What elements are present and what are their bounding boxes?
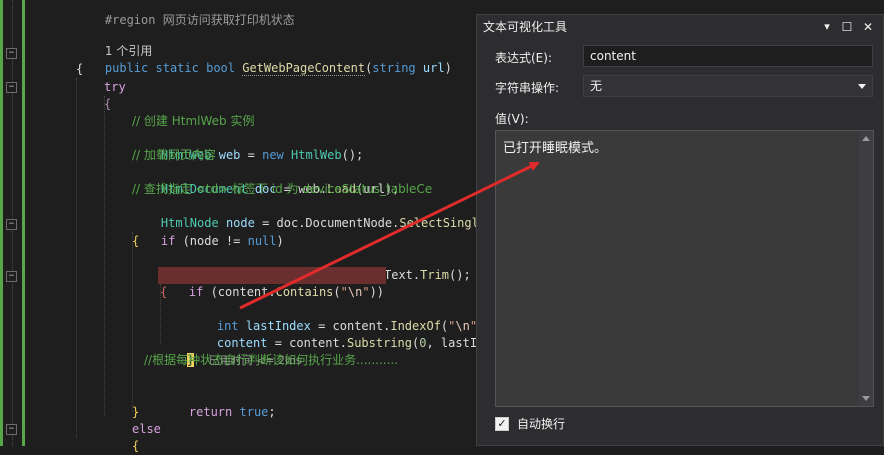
token: {: [160, 285, 168, 299]
collapse-inner-if-icon[interactable]: −: [6, 271, 17, 282]
code-comment: //根据每种状态自行判断该如何执行业务...........: [144, 352, 398, 369]
string-operation-select[interactable]: 无: [583, 75, 873, 97]
code-line: {: [104, 96, 111, 113]
expression-label: 表达式(E):: [495, 51, 552, 65]
scroll-up-icon[interactable]: [862, 136, 870, 141]
code-comment: // 查找指定 <td> 标签下 id 为 deviceStatus_table…: [132, 181, 432, 198]
code-line: {: [160, 284, 167, 301]
indent-guide: [104, 96, 106, 416]
token: {: [104, 97, 112, 111]
comment-text: //根据每种状态自行判断该如何执行业务...........: [144, 353, 399, 367]
value-textarea[interactable]: 已打开睡眠模式。: [495, 130, 874, 407]
token: web: [218, 148, 241, 162]
code-line: content = content.Substring(0, lastIndex…: [188, 318, 520, 350]
code-line: }: [132, 404, 139, 421]
token: true: [239, 405, 269, 419]
code-line: } 已用时间 <= 2ms: [158, 335, 301, 367]
token: (content.: [203, 285, 276, 299]
token: if: [160, 234, 176, 248]
collapse-try-icon[interactable]: −: [6, 82, 17, 93]
token: (: [333, 285, 341, 299]
method-name[interactable]: GetWebPageContent: [242, 61, 366, 76]
code-line: try: [104, 79, 126, 96]
token: =: [240, 148, 263, 162]
string-operation-value: 无: [590, 79, 603, 93]
value-text: 已打开睡眠模式。: [503, 141, 608, 156]
collapse-else-icon[interactable]: −: [6, 424, 17, 435]
change-bar-left: [0, 0, 3, 446]
token: Contains: [275, 285, 334, 299]
token: null: [247, 234, 277, 248]
dropdown-icon[interactable]: ▾: [819, 19, 835, 35]
token: if: [188, 285, 204, 299]
token: ): [276, 234, 284, 248]
collapse-if-icon[interactable]: −: [6, 219, 17, 230]
token: ): [444, 61, 452, 75]
code-editor[interactable]: #region 网页访问获取打印机状态 1 个引用 public static …: [48, 0, 522, 453]
scroll-down-icon[interactable]: [862, 396, 870, 401]
token: ;: [268, 405, 276, 419]
token: static: [155, 61, 199, 75]
code-lens-references[interactable]: 1 个引用: [76, 26, 152, 58]
code-comment: // 加载网页内容: [132, 147, 216, 164]
token: public: [104, 61, 149, 75]
token: {: [132, 439, 140, 453]
expression-field[interactable]: content: [583, 45, 873, 67]
token: url: [422, 61, 445, 75]
code-comment: // 创建 HtmlWeb 实例: [132, 113, 254, 130]
token: bool: [206, 61, 235, 75]
code-line: HtmlNode node = doc.DocumentNode.SelectS…: [132, 198, 522, 230]
comment-text: // 创建 HtmlWeb 实例: [132, 114, 255, 128]
code-line: return true;: [160, 387, 276, 419]
token: \n: [347, 285, 363, 299]
chevron-down-icon: [858, 84, 866, 89]
comment-text: // 查找指定 <td> 标签下 id 为 deviceStatus_table…: [132, 182, 433, 196]
breakpoint-highlighted-line[interactable]: if (content.Contains("\n")): [158, 267, 387, 299]
dialog-title: 文本可视化工具: [483, 20, 568, 34]
token: string: [372, 61, 416, 75]
code-line: int lastIndex = content.IndexOf("\n");: [188, 301, 492, 333]
code-line-signature: public static bool GetWebPageContent(str…: [76, 43, 452, 76]
token: try: [104, 80, 126, 94]
code-line: {: [132, 233, 139, 250]
token: new: [262, 148, 284, 162]
token: (node !=: [175, 234, 248, 248]
change-bar-right: [22, 0, 25, 446]
code-line-region: #region 网页访问获取打印机状态: [76, 0, 295, 27]
token: ": [362, 285, 370, 299]
vertical-scrollbar[interactable]: [859, 131, 873, 406]
token: {: [132, 234, 140, 248]
close-icon[interactable]: ✕: [860, 19, 876, 35]
word-wrap-checkbox[interactable]: ✓: [495, 417, 509, 431]
token: }: [132, 405, 140, 419]
token: Substring: [346, 336, 412, 350]
token: {: [76, 62, 84, 76]
text-visualizer-dialog: 文本可视化工具 ▾ ☐ ✕ 表达式(E): content 字符串操作: 无 值…: [476, 14, 884, 446]
token: ();: [449, 268, 471, 282]
token: Trim: [420, 268, 450, 282]
code-line: if (node != null): [132, 216, 284, 248]
comment-text: // 加载网页内容: [132, 148, 216, 162]
string-operation-label: 字符串操作:: [495, 81, 560, 95]
code-line: HtmlWeb web = new HtmlWeb();: [132, 130, 363, 162]
token: )): [369, 285, 385, 299]
indent-guide: [76, 78, 78, 438]
token: ": [340, 285, 348, 299]
token: ();: [341, 148, 364, 162]
code-line: HtmlDocument doc = web.Load(url);: [132, 164, 399, 196]
value-label: 值(V):: [495, 112, 529, 126]
region-directive: #region 网页访问获取打印机状态: [104, 13, 295, 27]
code-line: else: [132, 421, 161, 438]
token: else: [132, 422, 161, 436]
collapse-method-icon[interactable]: −: [6, 48, 17, 59]
token: return: [188, 405, 233, 419]
token: HtmlWeb: [291, 148, 342, 162]
maximize-icon[interactable]: ☐: [839, 19, 855, 35]
code-line: {: [76, 61, 83, 78]
word-wrap-label[interactable]: 自动换行: [517, 417, 565, 431]
code-line: string content = node.InnerText.Trim();: [160, 250, 471, 282]
code-line: {: [132, 438, 139, 455]
